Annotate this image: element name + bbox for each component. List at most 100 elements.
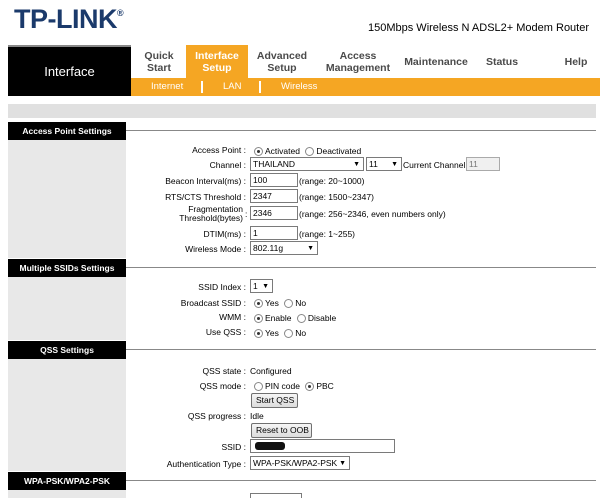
section-divider <box>126 267 596 268</box>
subnav-separator <box>259 81 261 93</box>
broadcast-yes-radio[interactable] <box>254 299 263 309</box>
start-qss-button[interactable]: Start QSS <box>251 393 298 408</box>
dtim-input[interactable]: 1 <box>250 226 298 240</box>
nav-help[interactable]: Help <box>555 45 597 78</box>
no-label: No <box>295 328 307 338</box>
reset-to-oob-button[interactable]: Reset to OOB <box>251 423 312 438</box>
nav-advanced-setup[interactable]: Advanced Setup <box>251 45 313 78</box>
qss-state-value: Configured <box>250 366 292 376</box>
nav-label: Start <box>147 61 171 74</box>
use-qss-radios: Yes No <box>254 328 307 339</box>
content-top-band <box>8 104 596 118</box>
wireless-mode-label: Wireless Mode : <box>185 244 246 254</box>
nav-label: Quick <box>144 49 174 62</box>
qss-no-radio[interactable] <box>284 329 294 339</box>
enable-label: Enable <box>265 313 292 323</box>
no-label: No <box>295 298 307 308</box>
deactivated-radio[interactable] <box>305 147 315 157</box>
wmm-radios: Enable Disable <box>254 313 337 324</box>
nav-label: Help <box>564 55 588 68</box>
sub-nav: Internet LAN Wireless <box>131 78 600 96</box>
ap-side-column <box>8 140 126 258</box>
nav-label: Setup <box>267 61 297 74</box>
access-point-label: Access Point : <box>192 145 246 155</box>
channel-country-value: THAILAND <box>253 159 296 169</box>
wmm-disable-radio[interactable] <box>296 314 306 324</box>
nav-interface-setup[interactable]: Interface Setup <box>186 45 248 78</box>
access-point-radios: Activated Deactivated <box>254 146 362 157</box>
subnav-internet[interactable]: Internet <box>151 81 183 92</box>
redacted-ssid <box>255 442 285 450</box>
nav-label: Maintenance <box>404 55 468 68</box>
channel-country-select[interactable]: THAILAND ▼ <box>250 157 364 171</box>
pbc-radio[interactable] <box>305 382 315 392</box>
dtim-range: (range: 1~255) <box>299 229 355 239</box>
channel-number-value: 11 <box>369 159 378 169</box>
nav-quick-start[interactable]: Quick Start <box>133 45 185 78</box>
section-divider <box>126 480 596 481</box>
dropdown-arrow-icon: ▼ <box>262 283 269 290</box>
qss-mode-radios: PIN code PBC <box>254 381 334 392</box>
qss-settings-heading: QSS Settings <box>8 341 126 359</box>
beacon-interval-input[interactable]: 100 <box>250 173 298 187</box>
wireless-mode-select[interactable]: 802.11g ▼ <box>250 241 318 255</box>
current-channel-label: Current Channel: <box>403 160 468 170</box>
use-qss-label: Use QSS : <box>205 327 246 337</box>
wireless-mode-value: 802.11g <box>253 243 284 253</box>
rts-threshold-label: RTS/CTS Threshold : <box>165 192 246 202</box>
subnav-wireless[interactable]: Wireless <box>281 81 317 92</box>
yes-label: Yes <box>265 328 279 338</box>
qss-yes-radio[interactable] <box>254 329 263 339</box>
authentication-type-select[interactable]: WPA-PSK/WPA2-PSK ▼ <box>250 456 350 470</box>
pbc-label: PBC <box>316 381 334 391</box>
authentication-type-label: Authentication Type : <box>166 459 246 469</box>
nav-label: Access <box>339 49 377 62</box>
nav-label: Status <box>485 55 519 68</box>
nav-label: Interface <box>195 49 239 62</box>
qss-side-column <box>8 359 126 471</box>
broadcast-no-radio[interactable] <box>284 299 294 309</box>
main-nav: Interface Quick Start Interface Setup Adva… <box>8 45 600 96</box>
deactivated-label: Deactivated <box>316 146 362 156</box>
dropdown-arrow-icon: ▼ <box>391 161 398 168</box>
nav-maintenance[interactable]: Maintenance <box>399 45 473 78</box>
dropdown-arrow-icon: ▼ <box>307 245 314 252</box>
ssid-index-select[interactable]: 1 ▼ <box>250 279 273 293</box>
wmm-label: WMM : <box>219 312 246 322</box>
nav-section-title: Interface <box>8 45 131 96</box>
pin-code-label: PIN code <box>265 381 300 391</box>
section-divider <box>126 349 596 350</box>
disable-label: Disable <box>307 313 337 323</box>
registered-mark: ® <box>116 8 124 18</box>
beacon-range: (range: 20~1000) <box>299 176 365 186</box>
authentication-type-value: WPA-PSK/WPA2-PSK <box>253 458 338 468</box>
section-divider <box>126 130 596 131</box>
nav-status[interactable]: Status <box>481 45 523 78</box>
rts-threshold-input[interactable]: 2347 <box>250 189 298 203</box>
nav-top-bar: Quick Start Interface Setup Advanced Setup … <box>131 45 600 78</box>
ap-settings-heading: Access Point Settings <box>8 122 126 140</box>
broadcast-ssid-label: Broadcast SSID : <box>180 298 246 308</box>
nav-label: Advanced <box>256 49 308 62</box>
fragmentation-input[interactable]: 2346 <box>250 206 298 220</box>
ssid-label: SSID : <box>221 442 246 452</box>
wmm-enable-radio[interactable] <box>254 314 263 324</box>
channel-number-select[interactable]: 11 ▼ <box>366 157 402 171</box>
dropdown-arrow-icon: ▼ <box>339 460 346 467</box>
qss-mode-label: QSS mode : <box>199 381 246 391</box>
logo-text: TP-LINK <box>14 4 117 34</box>
encryption-select-partial[interactable] <box>250 493 302 498</box>
tp-link-logo: TP-LINK® <box>14 4 124 35</box>
activated-radio[interactable] <box>254 147 263 157</box>
qss-state-label: QSS state : <box>202 366 246 376</box>
nav-access-management[interactable]: Access Management <box>320 45 396 78</box>
wpa-settings-heading: WPA-PSK/WPA2-PSK <box>8 472 126 490</box>
nav-label: Management <box>325 61 391 74</box>
activated-label: Activated <box>265 146 300 156</box>
pin-code-radio[interactable] <box>254 382 263 392</box>
channel-label: Channel : <box>209 160 246 170</box>
yes-label: Yes <box>265 298 279 308</box>
fragmentation-label-2: Threshold(bytes) <box>179 213 243 223</box>
ssid-index-label: SSID Index : <box>198 282 246 292</box>
subnav-lan[interactable]: LAN <box>223 81 241 92</box>
